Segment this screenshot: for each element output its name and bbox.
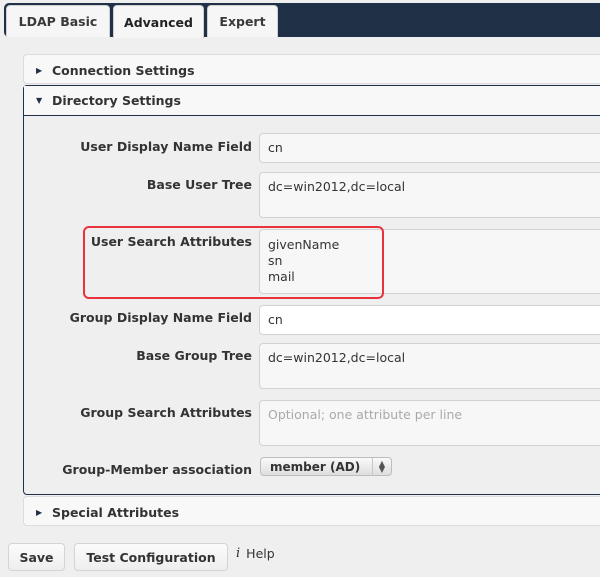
save-button[interactable]: Save — [8, 543, 65, 571]
directory-settings-header[interactable]: ▼ Directory Settings — [24, 86, 600, 116]
base-group-tree-label: Base Group Tree — [136, 348, 252, 363]
select-value: member (AD) — [270, 459, 361, 474]
arrow-down-icon: ▼ — [378, 464, 386, 474]
connection-settings-header[interactable]: ▶ Connection Settings — [24, 55, 600, 85]
info-icon: i — [236, 546, 241, 561]
user-search-attributes-label: User Search Attributes — [90, 234, 252, 249]
test-configuration-button[interactable]: Test Configuration — [74, 543, 228, 571]
help-label: Help — [246, 546, 275, 561]
group-search-attributes-label: Group Search Attributes — [80, 405, 252, 420]
base-user-tree-textarea[interactable]: dc=win2012,dc=local — [259, 172, 600, 218]
tab-advanced[interactable]: Advanced — [113, 5, 204, 38]
caret-right-icon: ▶ — [36, 507, 43, 517]
group-member-association-select[interactable]: member (AD) ▲ ▼ — [260, 457, 392, 476]
tab-expert[interactable]: Expert — [207, 5, 278, 37]
group-display-name-input[interactable]: cn — [259, 305, 600, 335]
user-search-attributes-textarea[interactable]: givenName sn mail — [259, 229, 600, 294]
section-title: Special Attributes — [52, 504, 180, 520]
section-title: Connection Settings — [52, 62, 195, 78]
tab-label: Advanced — [124, 14, 193, 30]
user-display-name-input[interactable]: cn — [259, 133, 600, 163]
help-link[interactable]: i Help — [236, 546, 275, 561]
tab-ldap-basic[interactable]: LDAP Basic — [6, 5, 110, 37]
group-search-attributes-textarea[interactable]: Optional; one attribute per line — [259, 400, 600, 446]
connection-settings-panel: ▶ Connection Settings — [23, 54, 600, 84]
special-attributes-header[interactable]: ▶ Special Attributes — [24, 497, 600, 527]
tab-label: Expert — [219, 14, 266, 29]
special-attributes-panel: ▶ Special Attributes — [23, 496, 600, 526]
caret-right-icon: ▶ — [36, 65, 43, 75]
tab-label: LDAP Basic — [18, 14, 98, 29]
group-display-name-label: Group Display Name Field — [69, 310, 252, 325]
base-user-tree-label: Base User Tree — [146, 177, 252, 192]
base-group-tree-textarea[interactable]: dc=win2012,dc=local — [259, 343, 600, 389]
user-display-name-label: User Display Name Field — [80, 139, 252, 154]
caret-down-icon: ▼ — [36, 96, 43, 105]
select-arrows-icon: ▲ ▼ — [372, 458, 391, 475]
group-member-association-label: Group-Member association — [62, 462, 252, 477]
section-title: Directory Settings — [52, 93, 181, 108]
